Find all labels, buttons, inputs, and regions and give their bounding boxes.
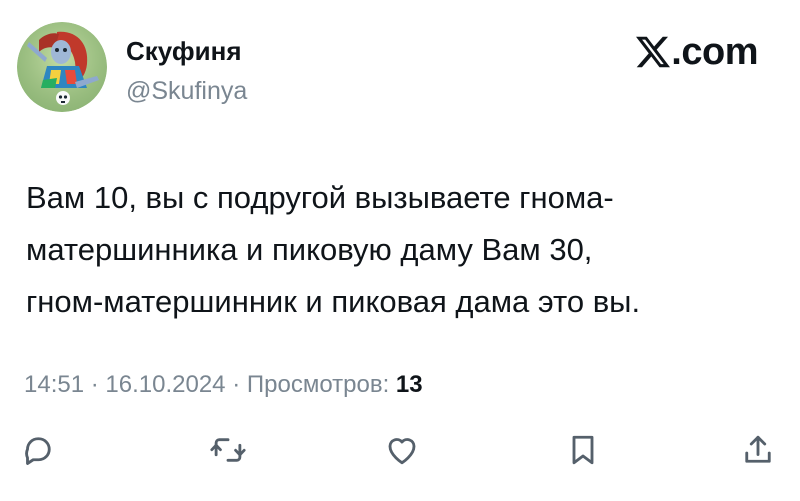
tweet-text-line: Вам 10, вы с подругой вызываете гнома- bbox=[26, 180, 614, 215]
x-logo-icon bbox=[636, 36, 671, 68]
share-icon bbox=[745, 435, 771, 463]
meta-separator: · bbox=[90, 371, 99, 398]
repost-button[interactable] bbox=[206, 428, 250, 472]
tweet-text-line: гном-матершинник и пиковая дама это вы. bbox=[26, 284, 641, 319]
bookmark-icon bbox=[572, 435, 594, 465]
repost-icon bbox=[210, 438, 246, 462]
views-count: 13 bbox=[395, 371, 423, 398]
tweet-meta: 14:51 · 16.10.2024 · Просмотров: 13 bbox=[24, 370, 423, 400]
meta-separator: · bbox=[232, 371, 241, 398]
avatar-illustration-icon bbox=[17, 22, 107, 112]
reply-icon bbox=[25, 437, 51, 465]
share-button[interactable] bbox=[736, 428, 780, 472]
author-avatar[interactable] bbox=[17, 22, 107, 112]
tweet-date[interactable]: 16.10.2024 bbox=[105, 371, 225, 398]
author-name[interactable]: Скуфиня bbox=[126, 36, 242, 66]
tweet-text-line: матершинника и пиковую даму Вам 30, bbox=[26, 232, 593, 267]
bookmark-button[interactable] bbox=[561, 428, 605, 472]
reply-button[interactable] bbox=[16, 428, 60, 472]
action-bar bbox=[0, 428, 800, 478]
heart-icon bbox=[388, 438, 416, 465]
tweet-text: Вам 10, вы с подругой вызываете гнома- м… bbox=[26, 172, 771, 328]
brand-domain-text: .com bbox=[671, 31, 758, 73]
author-handle[interactable]: @Skufinya bbox=[126, 76, 247, 106]
tweet-card: Скуфиня @Skufinya .com Вам 10, вы с подр… bbox=[0, 0, 800, 501]
views-label: Просмотров: bbox=[246, 371, 390, 398]
x-com-logo: .com bbox=[636, 29, 758, 75]
tweet-time[interactable]: 14:51 bbox=[24, 371, 84, 398]
like-button[interactable] bbox=[380, 428, 424, 472]
